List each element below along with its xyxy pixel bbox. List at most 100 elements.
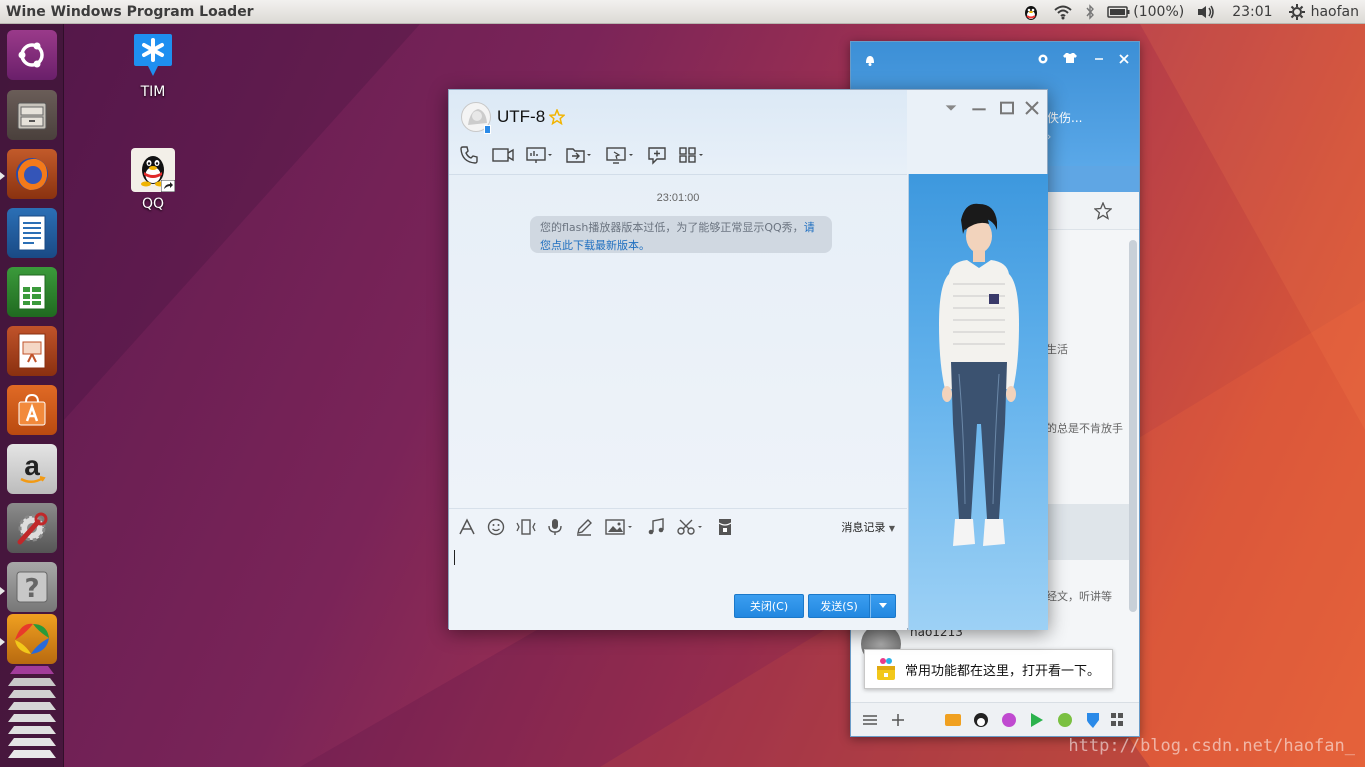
music-button[interactable] xyxy=(647,518,665,536)
calc-launcher[interactable] xyxy=(7,267,57,317)
shirt-icon[interactable] xyxy=(1063,52,1077,64)
send-button-label: 发送(S) xyxy=(820,600,858,613)
clock[interactable]: 23:01 xyxy=(1222,0,1282,24)
document-icon xyxy=(18,215,46,251)
window-dropdown-icon[interactable] xyxy=(943,100,959,116)
system-message-text: 您的flash播放器版本过低，为了能够正常显示QQ秀， xyxy=(540,221,804,234)
wine-launcher[interactable] xyxy=(7,614,57,664)
contact-snippet: 经文，听讲等 xyxy=(1046,590,1112,603)
software-center-launcher[interactable] xyxy=(7,385,57,435)
pencil-icon xyxy=(577,519,592,536)
amazon-launcher[interactable]: a xyxy=(7,444,57,494)
vibrate-icon xyxy=(516,519,536,535)
smiley-icon xyxy=(487,518,505,536)
close-icon[interactable] xyxy=(1118,53,1130,65)
top-panel: Wine Windows Program Loader (100%) 23:01… xyxy=(0,0,1365,24)
wifi-icon[interactable] xyxy=(1047,0,1079,24)
svg-text:?: ? xyxy=(24,574,39,604)
firefox-launcher[interactable] xyxy=(7,149,57,199)
image-icon xyxy=(605,519,632,535)
emoji-button[interactable] xyxy=(487,518,505,536)
handwriting-button[interactable] xyxy=(575,518,593,536)
launcher: a ? xyxy=(0,24,64,767)
qq-show-avatar-figure xyxy=(939,203,1019,546)
close-icon[interactable] xyxy=(1024,100,1040,116)
message-area[interactable]: 23:01:00 您的flash播放器版本过低，为了能够正常显示QQ秀，请您点此… xyxy=(449,174,907,508)
minimize-icon[interactable] xyxy=(971,100,987,116)
shake-button[interactable] xyxy=(515,518,537,536)
menu-icon[interactable] xyxy=(863,714,877,726)
skin-icon[interactable] xyxy=(1037,52,1049,64)
gift-box-icon xyxy=(877,658,895,680)
battery-percent: (100%) xyxy=(1133,4,1185,20)
remote-desktop-button[interactable] xyxy=(605,145,637,165)
file-transfer-button[interactable] xyxy=(565,145,595,165)
battery-icon xyxy=(1107,6,1130,18)
feature-tip-popup[interactable]: 常用功能都在这里，打开看一下。 xyxy=(864,649,1113,689)
maximize-icon[interactable] xyxy=(999,100,1015,116)
contact-snippet: 生活 xyxy=(1046,343,1068,356)
files-launcher[interactable] xyxy=(7,90,57,140)
watermark: http://blog.csdn.net/haofan_ xyxy=(1068,736,1355,756)
screenshot-button[interactable] xyxy=(677,518,707,536)
voice-message-button[interactable] xyxy=(547,518,563,536)
desktop-icon-qq[interactable]: QQ xyxy=(123,148,183,212)
chat-window: UTF-8 23:01:00 您的flash播放器版本过低，为了能够正常显示QQ… xyxy=(448,89,1048,630)
workspace-stack[interactable] xyxy=(4,666,60,766)
chevron-down-icon: ▼ xyxy=(888,524,895,533)
chevron-down-icon xyxy=(879,603,887,608)
amazon-icon: a xyxy=(20,451,46,483)
gear-icon xyxy=(1288,4,1305,20)
ubuntu-dash-button[interactable] xyxy=(7,30,57,80)
scrollbar-track[interactable] xyxy=(1129,240,1137,612)
minimize-icon[interactable] xyxy=(1093,53,1105,65)
scissors-icon xyxy=(677,519,702,535)
help-launcher[interactable]: ? xyxy=(7,562,57,612)
online-status-icon xyxy=(484,125,491,134)
app-title: Wine Windows Program Loader xyxy=(6,3,254,20)
video-call-button[interactable] xyxy=(491,145,515,165)
impress-launcher[interactable] xyxy=(7,326,57,376)
desktop-icon-label: TIM xyxy=(140,84,166,100)
font-icon xyxy=(459,518,475,535)
screen-share-button[interactable] xyxy=(525,145,555,165)
bluetooth-icon[interactable] xyxy=(1079,0,1101,24)
message-input[interactable]: 关闭(C) 发送(S) xyxy=(449,544,907,630)
new-discussion-button[interactable] xyxy=(647,145,667,165)
star-icon[interactable] xyxy=(1094,202,1112,220)
desktop-icon-label: QQ xyxy=(141,196,165,212)
font-button[interactable] xyxy=(458,518,476,536)
more-apps-button[interactable] xyxy=(678,145,708,165)
send-options-button[interactable] xyxy=(870,594,896,618)
message-history-button[interactable]: 消息记录 ▼ xyxy=(841,519,895,535)
session-menu[interactable]: haofan xyxy=(1283,0,1365,24)
add-icon[interactable] xyxy=(891,713,905,727)
app-bar-icons[interactable] xyxy=(943,711,1123,729)
running-indicator xyxy=(0,587,5,595)
file-send-icon xyxy=(566,148,591,163)
chat-header: UTF-8 xyxy=(449,90,907,174)
voice-call-button[interactable] xyxy=(459,145,479,165)
firefox-icon xyxy=(16,158,48,190)
image-button[interactable] xyxy=(605,518,637,536)
qq-show-panel[interactable] xyxy=(908,174,1048,630)
settings-launcher[interactable] xyxy=(7,503,57,553)
chat-title[interactable]: UTF-8 xyxy=(497,107,545,127)
star-icon[interactable] xyxy=(549,109,565,125)
qq-tray-icon[interactable] xyxy=(1015,0,1047,24)
desktop-icon-tim[interactable]: TIM xyxy=(123,32,183,100)
wrench-gear-icon xyxy=(17,512,48,545)
send-button[interactable]: 发送(S) xyxy=(808,594,870,618)
contact-snippet: 的总是不肯放手 xyxy=(1046,422,1123,435)
writer-launcher[interactable] xyxy=(7,208,57,258)
volume-icon[interactable] xyxy=(1190,0,1222,24)
ubuntu-logo-icon xyxy=(18,42,44,68)
close-button[interactable]: 关闭(C) xyxy=(734,594,804,618)
user-name: haofan xyxy=(1310,4,1359,20)
spreadsheet-icon xyxy=(18,274,46,310)
phone-icon xyxy=(460,146,478,164)
message-timestamp: 23:01:00 xyxy=(656,192,700,204)
system-message-bubble: 您的flash播放器版本过低，为了能够正常显示QQ秀，请您点此下载最新版本。 xyxy=(530,216,832,253)
red-packet-button[interactable] xyxy=(717,518,733,536)
battery-indicator[interactable]: (100%) xyxy=(1101,0,1190,24)
